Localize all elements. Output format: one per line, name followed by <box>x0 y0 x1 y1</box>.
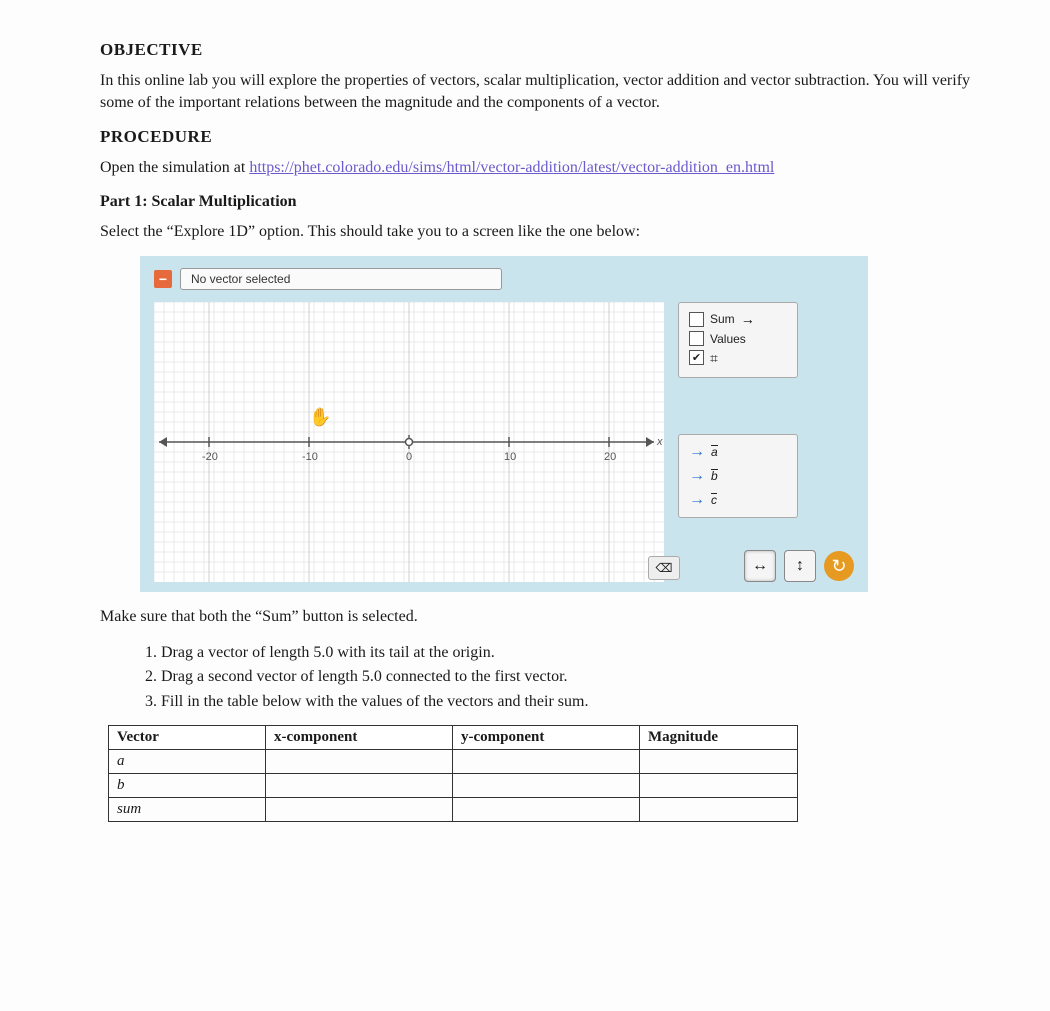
checkbox-grid[interactable] <box>689 350 704 365</box>
objective-text: In this online lab you will explore the … <box>100 70 1000 113</box>
side-panel: Sum → Values ⌗ → a <box>678 302 798 518</box>
options-box: Sum → Values ⌗ <box>678 302 798 378</box>
option-grid[interactable]: ⌗ <box>689 350 787 365</box>
step-3: Fill in the table below with the values … <box>161 691 1000 713</box>
step-1: Drag a vector of length 5.0 with its tai… <box>161 642 1000 664</box>
vector-item-b[interactable]: → b <box>689 467 787 485</box>
row-sum-x <box>266 798 453 822</box>
checkbox-values[interactable] <box>689 331 704 346</box>
bottom-controls: ↔ ↕ ↻ <box>744 550 854 582</box>
th-ycomp: y-component <box>453 726 640 750</box>
tick-10: 10 <box>504 451 516 463</box>
grab-cursor-icon: ✋ <box>309 407 331 428</box>
vector-arrow-icon: → <box>689 491 705 509</box>
option-sum[interactable]: Sum → <box>689 311 787 327</box>
row-b-label: b <box>109 774 266 798</box>
reset-icon: ↻ <box>831 556 846 577</box>
step-2: Drag a second vector of length 5.0 conne… <box>161 666 1000 688</box>
vector-item-c[interactable]: → c <box>689 491 787 509</box>
vector-table: Vector x-component y-component Magnitude… <box>108 725 798 822</box>
row-a-label: a <box>109 750 266 774</box>
sim-main-area: -20 -10 0 10 20 x ✋ Sum → <box>154 302 854 582</box>
row-sum-label: sum <box>109 798 266 822</box>
row-a-x <box>266 750 453 774</box>
values-label: Values <box>710 332 746 346</box>
vector-arrow-icon: → <box>689 467 705 485</box>
vector-a-label: a <box>711 445 718 459</box>
row-sum-y <box>453 798 640 822</box>
document-page: OBJECTIVE In this online lab you will ex… <box>0 0 1050 1011</box>
table-row-a: a <box>109 750 798 774</box>
row-a-y <box>453 750 640 774</box>
vector-c-label: c <box>711 493 717 507</box>
sim-topbar: − No vector selected <box>154 268 854 290</box>
procedure-open-text: Open the simulation at https://phet.colo… <box>100 157 1000 179</box>
axis-x-label: x <box>656 436 663 448</box>
checkbox-sum[interactable] <box>689 312 704 327</box>
row-a-mag <box>640 750 798 774</box>
part1-text: Select the “Explore 1D” option. This sho… <box>100 221 1000 243</box>
table-row-b: b <box>109 774 798 798</box>
table-header-row: Vector x-component y-component Magnitude <box>109 726 798 750</box>
vertical-mode-button[interactable]: ↕ <box>784 550 816 582</box>
option-values[interactable]: Values <box>689 331 787 346</box>
sum-arrow-icon: → <box>741 311 755 327</box>
graph-grid[interactable]: -20 -10 0 10 20 x <box>154 302 664 582</box>
vector-palette: → a → b → c <box>678 434 798 518</box>
procedure-heading: PROCEDURE <box>100 127 1000 147</box>
part1-heading: Part 1: Scalar Multiplication <box>100 193 1000 211</box>
sum-label: Sum <box>710 312 735 326</box>
eraser-button[interactable]: ⌫ <box>648 556 680 580</box>
tick-neg10: -10 <box>302 451 318 463</box>
sim-link[interactable]: https://phet.colorado.edu/sims/html/vect… <box>249 159 774 176</box>
tick-20: 20 <box>604 451 616 463</box>
table-row-sum: sum <box>109 798 798 822</box>
open-sim-prefix: Open the simulation at <box>100 159 249 176</box>
graph-container: -20 -10 0 10 20 x ✋ <box>154 302 664 582</box>
simulation-panel: − No vector selected <box>140 256 868 592</box>
vector-arrow-icon: → <box>689 443 705 461</box>
tick-neg20: -20 <box>202 451 218 463</box>
th-xcomp: x-component <box>266 726 453 750</box>
vector-b-label: b <box>711 469 718 483</box>
row-b-mag <box>640 774 798 798</box>
reset-button[interactable]: ↻ <box>824 551 854 581</box>
tick-0: 0 <box>406 451 412 463</box>
collapse-button[interactable]: − <box>154 270 172 288</box>
make-sure-text: Make sure that both the “Sum” button is … <box>100 606 1000 628</box>
row-b-x <box>266 774 453 798</box>
row-b-y <box>453 774 640 798</box>
vertical-arrow-icon: ↕ <box>796 557 804 575</box>
steps-list: Drag a vector of length 5.0 with its tai… <box>135 642 1000 713</box>
row-sum-mag <box>640 798 798 822</box>
horizontal-arrow-icon: ↔ <box>752 557 768 575</box>
horizontal-mode-button[interactable]: ↔ <box>744 550 776 582</box>
vector-status-label: No vector selected <box>180 268 502 290</box>
th-mag: Magnitude <box>640 726 798 750</box>
objective-heading: OBJECTIVE <box>100 40 1000 60</box>
vector-item-a[interactable]: → a <box>689 443 787 461</box>
eraser-icon: ⌫ <box>656 561 673 575</box>
th-vector: Vector <box>109 726 266 750</box>
